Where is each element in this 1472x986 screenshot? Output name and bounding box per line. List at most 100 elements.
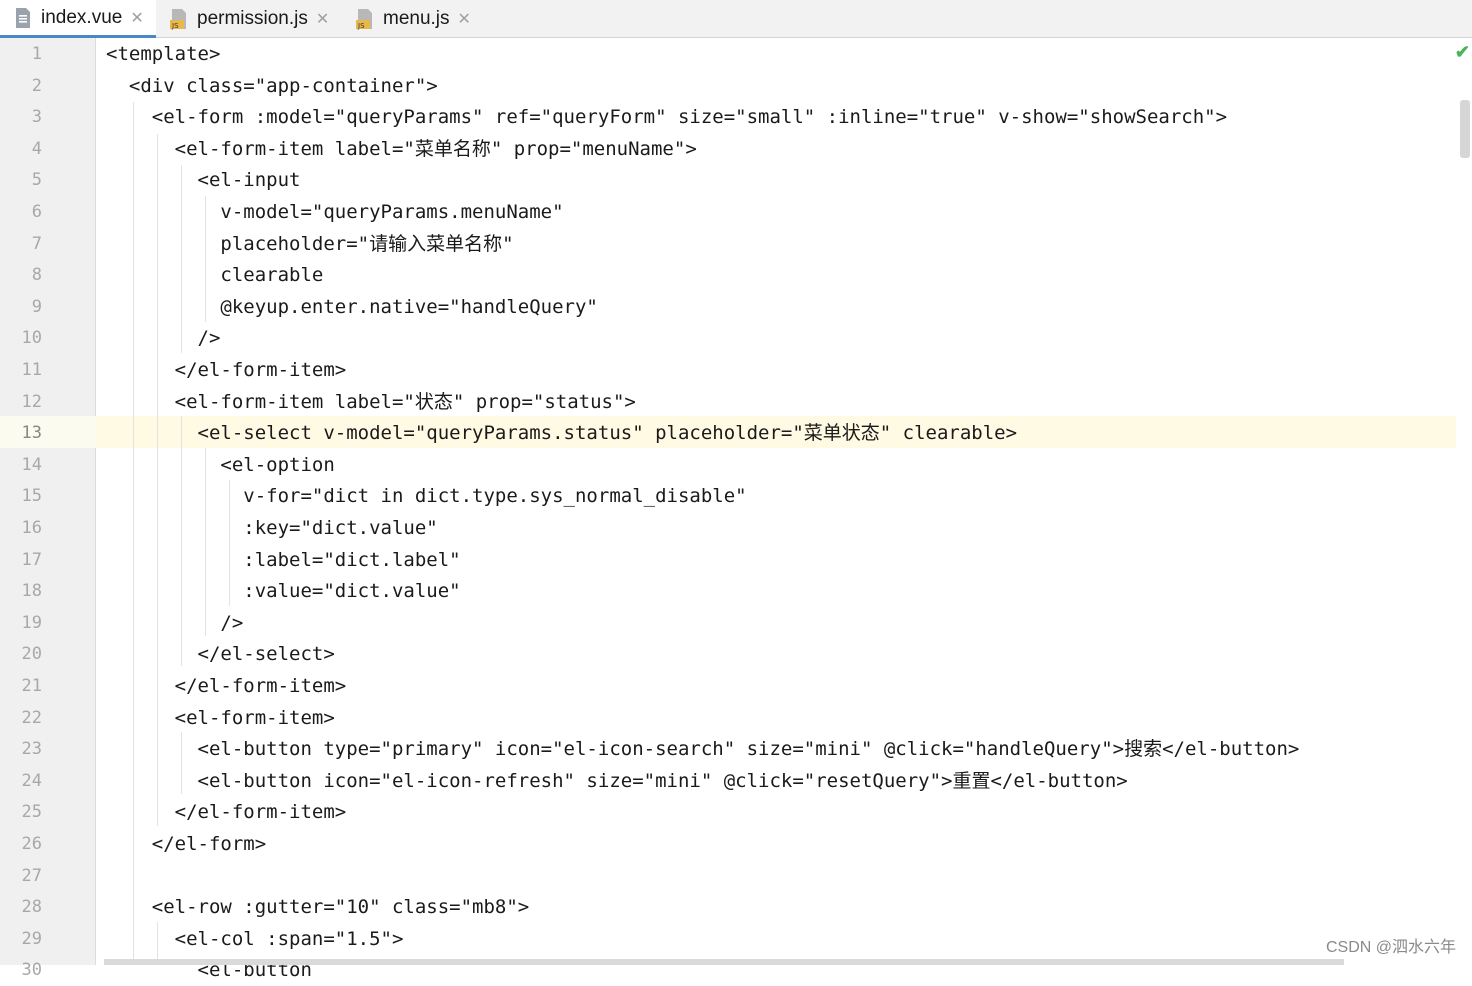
tab-label: menu.js (383, 8, 450, 29)
line-number: 10 (21, 328, 42, 349)
code-text: v-for="dict in dict.type.sys_normal_disa… (106, 485, 747, 508)
code-line[interactable]: 28 <el-row :gutter="10" class="mb8"> (0, 891, 1472, 923)
svg-text:JS: JS (357, 22, 365, 30)
check-icon: ✔ (1454, 42, 1470, 62)
line-number: 7 (31, 233, 42, 254)
code-text: <el-col :span="1.5"> (106, 927, 404, 950)
code-text: </el-form-item> (106, 801, 347, 824)
code-text: <template> (106, 43, 221, 65)
horizontal-scrollbar[interactable] (104, 959, 1344, 965)
close-icon[interactable]: ✕ (130, 8, 143, 28)
line-number: 18 (21, 581, 42, 602)
code-text: </el-form-item> (106, 359, 347, 381)
line-number: 22 (21, 707, 42, 728)
code-line[interactable]: 11 </el-form-item> (0, 354, 1472, 386)
js-file-icon: JS (170, 8, 188, 30)
tab-label: permission.js (197, 8, 308, 29)
line-number: 17 (21, 549, 42, 570)
code-line[interactable]: 22 <el-form-item> (0, 702, 1472, 734)
code-line[interactable]: 24 <el-button icon="el-icon-refresh" siz… (0, 765, 1472, 797)
line-number: 2 (31, 75, 42, 96)
line-number: 24 (21, 770, 42, 791)
code-text: </el-form-item> (106, 675, 347, 697)
line-number: 29 (21, 928, 42, 949)
code-text: <el-form :model="queryParams" ref="query… (106, 106, 1228, 129)
code-line[interactable]: 9 @keyup.enter.native="handleQuery" (0, 291, 1472, 323)
line-number: 9 (31, 296, 42, 317)
tab-permission-js[interactable]: JS permission.js ✕ (156, 0, 342, 38)
code-text: clearable (106, 264, 324, 287)
code-text: <el-button icon="el-icon-refresh" size="… (106, 769, 1128, 792)
code-line[interactable]: 8 clearable (0, 259, 1472, 291)
code-line[interactable]: 18 :value="dict.value" (0, 575, 1472, 607)
code-text: v-model="queryParams.menuName" (106, 201, 564, 223)
code-text: <el-form-item label="菜单名称" prop="menuNam… (106, 137, 697, 160)
code-line[interactable]: 25 </el-form-item> (0, 796, 1472, 828)
code-line[interactable]: 19 /> (0, 607, 1472, 639)
line-number: 11 (21, 360, 42, 380)
line-number: 27 (21, 865, 42, 886)
code-line[interactable]: 29 <el-col :span="1.5"> (0, 923, 1472, 955)
code-text: <el-button type="primary" icon="el-icon-… (106, 738, 1300, 761)
line-number: 16 (21, 518, 42, 538)
code-line[interactable]: 6 v-model="queryParams.menuName" (0, 196, 1472, 228)
code-line[interactable]: 10 /> (0, 322, 1472, 354)
close-icon[interactable]: ✕ (316, 9, 329, 29)
code-text: <el-select v-model="queryParams.status" … (106, 422, 1018, 445)
tab-menu-js[interactable]: JS menu.js ✕ (342, 0, 488, 38)
watermark: CSDN @泗水六年 (1325, 939, 1456, 956)
code-line[interactable]: 14 <el-option (0, 449, 1472, 481)
code-text: <el-row :gutter="10" class="mb8"> (106, 896, 530, 919)
line-number: 15 (21, 486, 42, 507)
code-text: </el-select> (106, 643, 335, 666)
line-number: 20 (21, 644, 42, 665)
close-icon[interactable]: ✕ (458, 9, 471, 29)
vertical-scrollbar[interactable] (1456, 38, 1472, 965)
code-line[interactable]: 26 </el-form> (0, 828, 1472, 860)
js-file-icon: JS (356, 8, 374, 30)
line-number: 5 (31, 170, 42, 191)
code-line[interactable]: 1 <template> (0, 38, 1472, 70)
line-number: 21 (21, 676, 42, 696)
line-number: 13 (21, 423, 42, 444)
code-text: <el-option (106, 453, 335, 476)
svg-text:JS: JS (171, 22, 179, 30)
editor-tab-bar: index.vue ✕ JS permission.js ✕ JS menu.j… (0, 0, 1472, 38)
code-line[interactable]: 20 </el-select> (0, 638, 1472, 670)
code-text: :key="dict.value" (106, 517, 438, 539)
line-number: 3 (31, 107, 42, 128)
code-line[interactable]: 7 placeholder="请输入菜单名称" (0, 228, 1472, 260)
code-line[interactable]: 21 </el-form-item> (0, 670, 1472, 702)
code-text: :value="dict.value" (106, 580, 461, 603)
tab-index-vue[interactable]: index.vue ✕ (0, 0, 156, 38)
line-number: 25 (21, 802, 42, 823)
code-text: /> (106, 611, 244, 634)
line-number: 19 (21, 612, 42, 633)
code-text: placeholder="请输入菜单名称" (106, 232, 514, 255)
line-number: 30 (21, 960, 42, 981)
code-line[interactable]: 27 (0, 860, 1472, 892)
code-text: @keyup.enter.native="handleQuery" (106, 295, 598, 318)
code-line[interactable]: 4 <el-form-item label="菜单名称" prop="menuN… (0, 133, 1472, 165)
code-text: <el-form-item label="状态" prop="status"> (106, 390, 636, 413)
code-line[interactable]: 5 <el-input (0, 164, 1472, 196)
code-line[interactable]: 16 :key="dict.value" (0, 512, 1472, 544)
code-line[interactable]: 23 <el-button type="primary" icon="el-ic… (0, 733, 1472, 765)
line-number: 26 (21, 834, 42, 854)
code-line[interactable]: 17 :label="dict.label" (0, 544, 1472, 576)
code-line[interactable]: 3 <el-form :model="queryParams" ref="que… (0, 101, 1472, 133)
code-line[interactable]: 13 <el-select v-model="queryParams.statu… (0, 417, 1472, 449)
line-number: 6 (31, 202, 42, 222)
code-text: <div class="app-container"> (106, 74, 438, 97)
line-number: 14 (21, 454, 42, 475)
line-number: 4 (31, 138, 42, 159)
code-line[interactable]: 15 v-for="dict in dict.type.sys_normal_d… (0, 480, 1472, 512)
code-text: <el-input (106, 169, 301, 192)
line-number: 8 (31, 265, 42, 286)
code-line[interactable]: 12 <el-form-item label="状态" prop="status… (0, 386, 1472, 418)
scrollbar-thumb[interactable] (1460, 100, 1470, 158)
code-text: /> (106, 327, 221, 350)
code-line[interactable]: 2 <div class="app-container"> (0, 70, 1472, 102)
line-number: 12 (21, 391, 42, 412)
vue-file-icon (14, 7, 32, 29)
